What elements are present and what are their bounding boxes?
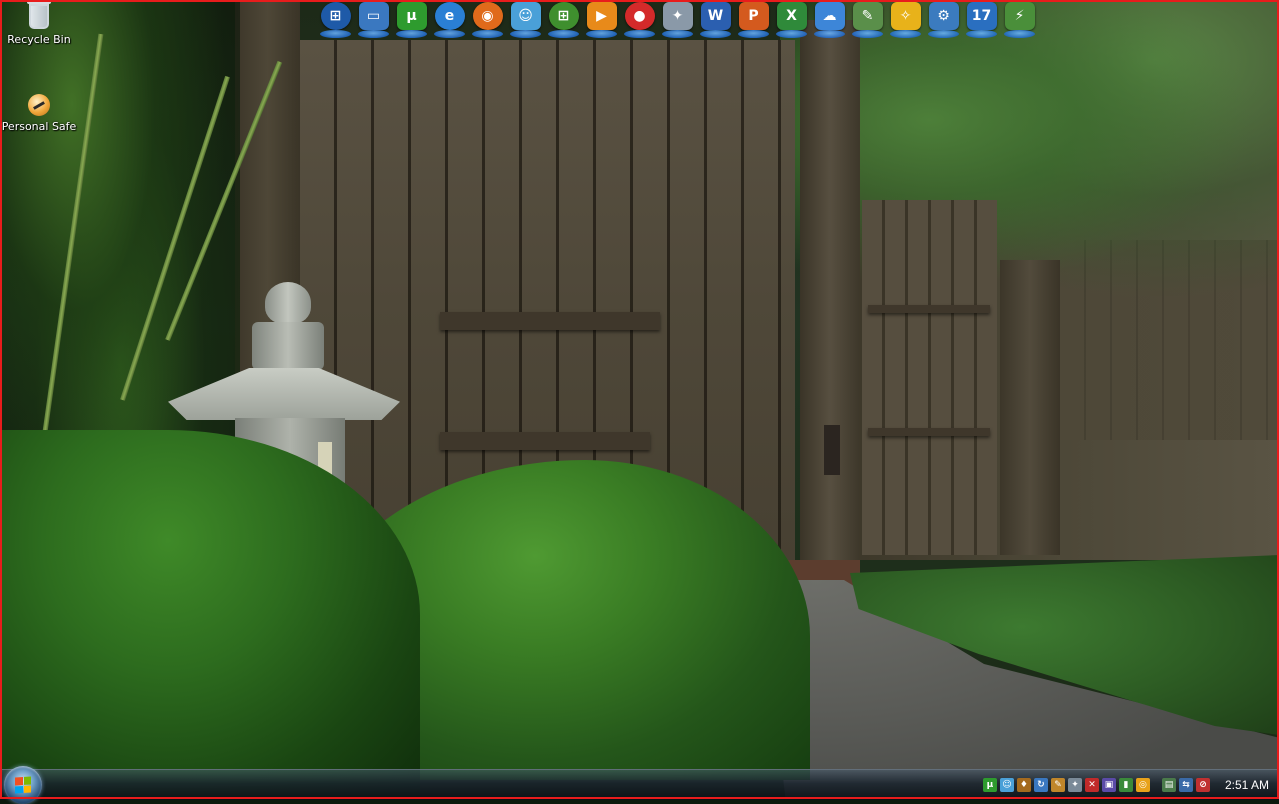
network-icon: ⚡ [1004,2,1035,30]
utorrent-icon: µ [396,2,427,30]
dock-item[interactable]: P [736,2,771,38]
safely-remove-tray-icon[interactable]: ▤ [1161,778,1176,792]
network-tray-icon[interactable]: ⇆ [1178,778,1193,792]
dock-shelf [814,30,845,38]
dock-item[interactable]: ☺ [508,2,543,38]
clock[interactable]: 2:51 AM [1225,778,1269,792]
dock-shelf [662,30,693,38]
dock-shelf [320,30,351,38]
dock-item[interactable]: ⚡ [1002,2,1037,38]
word-icon: W [700,2,731,30]
edit-tray-icon[interactable]: ✎ [1050,778,1065,792]
dock-item[interactable]: ● [622,2,657,38]
wallpaper-lattice-rail-bottom [868,428,990,436]
windows-logo-icon [15,776,31,794]
dock-item[interactable]: ✎ [850,2,885,38]
recycle-bin-icon [27,0,51,29]
dock-shelf [548,30,579,38]
dock-item[interactable]: ⚙ [926,2,961,38]
dock-shelf [700,30,731,38]
dock-item[interactable]: ▭ [356,2,391,38]
cleaner-tray-icon[interactable]: ✦ [1067,778,1082,792]
remote-desktop-icon: ▭ [358,2,389,30]
utorrent-tray-icon[interactable]: µ [982,778,997,792]
dock-shelf [434,30,465,38]
wallpaper-lantern-neck [252,322,324,370]
wallpaper-side-post [1000,260,1060,555]
start-button[interactable] [4,766,42,804]
excel-icon: X [776,2,807,30]
dock-item[interactable]: ⊞ [546,2,581,38]
dock-item[interactable]: ✦ [660,2,695,38]
avast-tray-icon[interactable]: ◎ [1135,778,1150,792]
dock-shelf [624,30,655,38]
dock-shelf [890,30,921,38]
dock-item[interactable]: ✧ [888,2,923,38]
dock-item[interactable]: X [774,2,809,38]
wallpaper-side-lattice-door [862,200,997,555]
wallpaper-gate-crossbar-bottom [440,432,650,450]
dock-shelf [1004,30,1035,38]
dock-shelf [586,30,617,38]
desktop-icon-label: Recycle Bin [7,33,71,46]
dock-shelf [776,30,807,38]
dock-item[interactable]: ⊞ [318,2,353,38]
application-dock: ⊞ ▭ µ e ◉ ☺ ⊞ ▶ ● ✦ W P X ☁ ✎ ✧ ⚙ 17 ⚡ [318,2,1037,38]
desktop-icon-recycle-bin[interactable]: Recycle Bin [0,0,78,46]
dock-item[interactable]: e [432,2,467,38]
dock-shelf [928,30,959,38]
dock-shelf [472,30,503,38]
windows-update-icon: ⊞ [548,2,579,30]
wallpaper-lantern-finial [265,282,311,324]
close-tray-icon[interactable]: ✕ [1084,778,1099,792]
dock-shelf [510,30,541,38]
firefox-icon: ◉ [472,2,503,30]
internet-explorer-icon: e [434,2,465,30]
dock-shelf [966,30,997,38]
system-tray: µ ☺ ♦ ↻ ✎ ✦ ✕ ▣ ▮ ◎ ▤ ⇆ ⊘ 2:51 AM [977,770,1279,800]
messenger-icon: ☺ [510,2,541,30]
dock-item[interactable]: 17 [964,2,999,38]
battery-tray-icon[interactable]: ▮ [1118,778,1133,792]
messenger-tray-icon[interactable]: ☺ [999,778,1014,792]
dock-item[interactable]: ☁ [812,2,847,38]
dock-item[interactable]: ▶ [584,2,619,38]
dock-item[interactable]: W [698,2,733,38]
volume-muted-tray-icon[interactable]: ⊘ [1195,778,1210,792]
settings-icon: ⚙ [928,2,959,30]
dock-shelf [738,30,769,38]
wallpaper-gate-post [800,20,860,560]
burner-icon: ● [624,2,655,30]
dock-item[interactable]: ◉ [470,2,505,38]
weather-icon: ☁ [814,2,845,30]
dock-shelf [358,30,389,38]
dock-item[interactable]: µ [394,2,429,38]
security-tray-icon[interactable]: ♦ [1016,778,1031,792]
wallpaper-gate-latch [824,425,840,475]
tray-icon-list: µ ☺ ♦ ↻ ✎ ✦ ✕ ▣ ▮ ◎ ▤ ⇆ ⊘ [982,778,1210,792]
calendar-icon: 17 [966,2,997,30]
dock-shelf [396,30,427,38]
program-tray-icon[interactable]: ▣ [1101,778,1116,792]
desktop-icon-label: Personal Safe [1,120,77,133]
wallpaper-gate-crossbar-top [440,312,660,330]
desktop-wallpaper [0,0,1279,799]
windows-start-icon: ⊞ [320,2,351,30]
personal-safe-icon [28,94,50,116]
wallpaper-lattice-rail-top [868,305,990,313]
taskbar: µ ☺ ♦ ↻ ✎ ✦ ✕ ▣ ▮ ◎ ▤ ⇆ ⊘ 2:51 AM [0,766,1279,804]
cleaner-icon: ✦ [662,2,693,30]
notes-icon: ✎ [852,2,883,30]
media-player-icon: ▶ [586,2,617,30]
desktop-icon-personal-safe[interactable]: Personal Safe [0,94,78,133]
tools-icon: ✧ [890,2,921,30]
update-tray-icon[interactable]: ↻ [1033,778,1048,792]
powerpoint-icon: P [738,2,769,30]
dock-shelf [852,30,883,38]
